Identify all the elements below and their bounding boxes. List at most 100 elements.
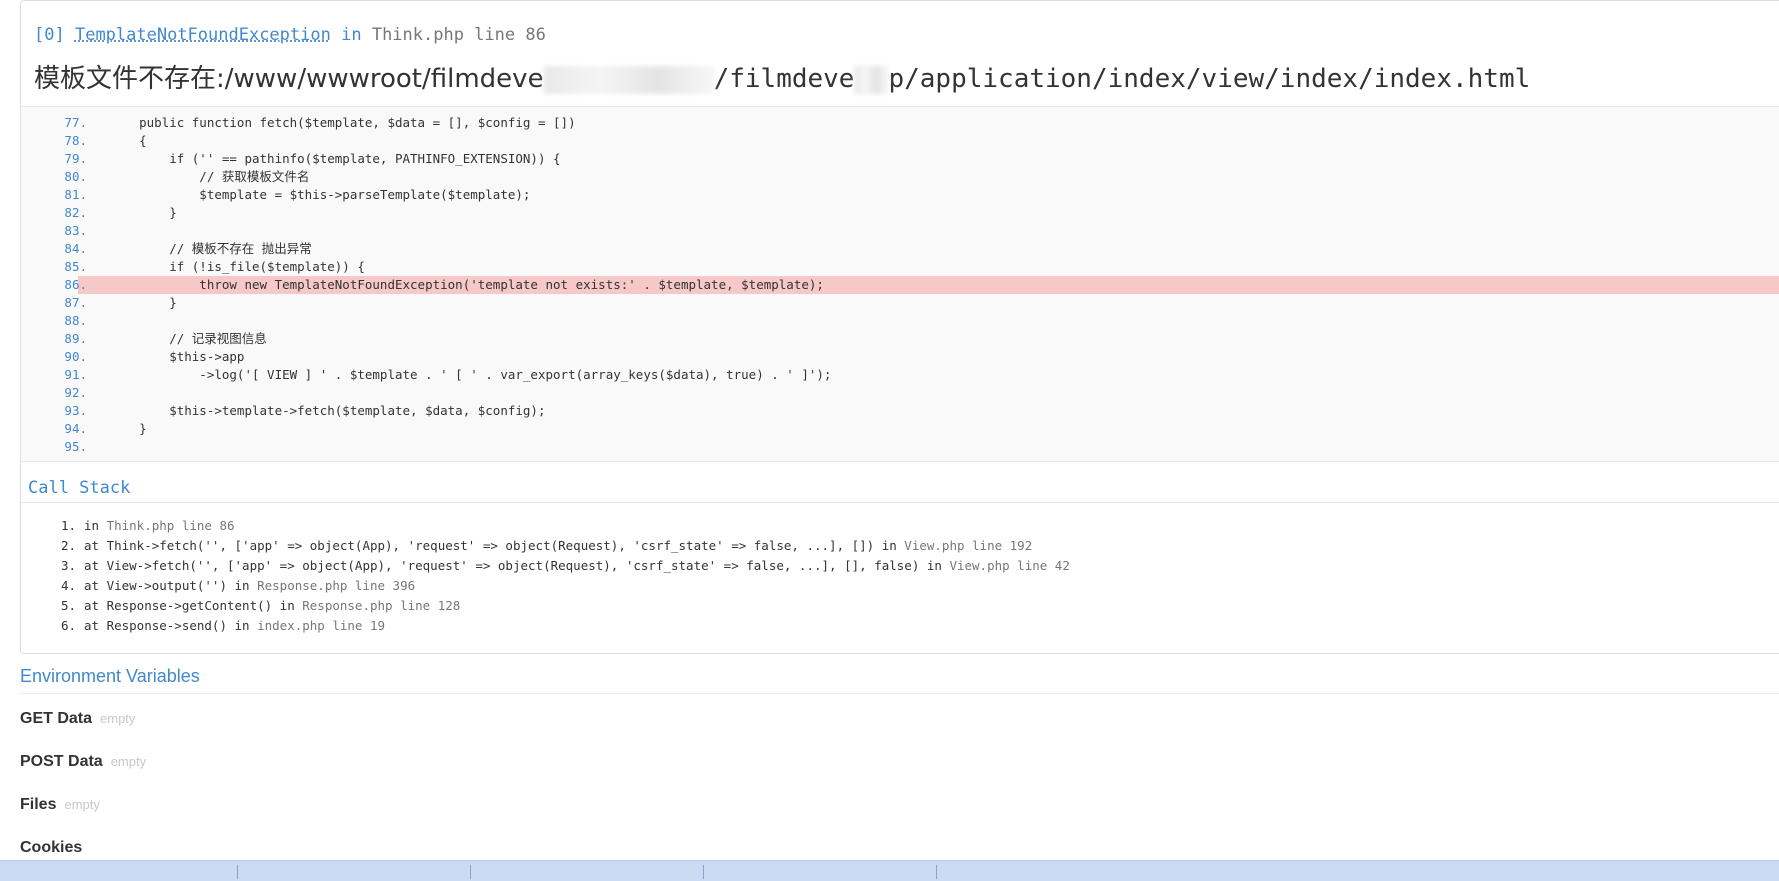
taskbar-separator [936,865,937,879]
code-line: 77. public function fetch($template, $da… [21,114,1779,132]
code-line: 83. [21,222,1779,240]
line-number: 84. [64,241,87,256]
call-stack-number: 2. [60,538,76,553]
env-section: Files empty [20,796,100,814]
code-line: 88. [21,312,1779,330]
taskbar-separator [703,865,704,879]
source-code-block: 77. public function fetch($template, $da… [21,106,1779,462]
line-number: 79. [64,151,87,166]
env-section-label: Files [20,796,57,813]
call-stack-file: index.php line 19 [257,618,386,633]
code-text: ->log('[ VIEW ] ' . $template . ' [ ' . … [109,367,832,382]
call-stack-title: Call Stack [28,478,131,498]
call-stack-list: 1. in Think.php line 86 2. at Think->fetch(… [52,516,1070,636]
code-line: 89. // 记录视图信息 [21,330,1779,348]
code-text: $template = $this->parseTemplate($templa… [109,187,531,202]
code-text: // 记录视图信息 [109,331,267,346]
code-text: } [109,205,177,220]
code-line: 90. $this->app [21,348,1779,366]
line-number: 85. [64,259,87,274]
call-stack-item: 1. in Think.php line 86 [52,516,1070,536]
code-line: 78. { [21,132,1779,150]
code-text: } [109,295,177,310]
code-line: 85. if (!is_file($template)) { [21,258,1779,276]
divider [20,693,1779,694]
exception-in-word: in [341,25,362,45]
taskbar-separator [237,865,238,879]
line-number: 90. [64,349,87,364]
exception-location: Think.php line 86 [371,25,546,45]
code-text: $this->template->fetch($template, $data,… [109,403,546,418]
call-stack-text: at View->fetch('', ['app' => object(App)… [84,558,950,573]
env-section-status: empty [110,754,147,769]
exception-panel: [0] TemplateNotFoundException in Think.p… [20,0,1779,654]
code-line: 94. } [21,420,1779,438]
call-stack-number: 4. [60,578,76,593]
code-line: 84. // 模板不存在 抛出异常 [21,240,1779,258]
exception-message: 模板文件不存在:/www/wwwroot/filmdeve/filmdeve p/… [34,58,1530,95]
exception-index: [0] [34,25,65,45]
code-line: 87. } [21,294,1779,312]
divider [21,502,1779,503]
redacted-blur [543,65,714,94]
line-number: 95. [64,439,87,454]
call-stack-number: 1. [60,518,76,533]
env-section-label: GET Data [20,710,93,727]
code-line: 91. ->log('[ VIEW ] ' . $template . ' [ … [21,366,1779,384]
taskbar [0,860,1779,881]
code-text: $this->app [109,349,245,364]
line-number: 82. [64,205,87,220]
call-stack-text: at Response->getContent() in [84,598,303,613]
env-section: POST Data empty [20,753,146,771]
code-text: { [109,133,147,148]
call-stack-file: Response.php line 396 [257,578,416,593]
line-number: 86. [64,277,87,292]
call-stack-file: Think.php line 86 [106,518,235,533]
env-section-status: empty [100,711,136,726]
code-line: 81. $template = $this->parseTemplate($te… [21,186,1779,204]
code-text: // 获取模板文件名 [109,169,310,184]
call-stack-item: 4. at View->output('') in Response.php li… [52,576,1070,596]
line-number: 89. [64,331,87,346]
call-stack-text: in [84,518,107,533]
line-number: 87. [64,295,87,310]
highlighted-code-line: 86. throw new TemplateNotFoundException(… [64,276,1779,294]
env-section: GET Data empty [20,710,135,728]
code-line: 80. // 获取模板文件名 [21,168,1779,186]
call-stack-file: View.php line 192 [904,538,1033,553]
line-number: 92. [64,385,87,400]
call-stack-text: at Response->send() in [84,618,258,633]
env-section: Cookies [20,839,90,857]
taskbar-separator [470,865,471,879]
line-number: 81. [64,187,87,202]
code-line: 79. if ('' == pathinfo($template, PATHIN… [21,150,1779,168]
call-stack-item: 6. at Response->send() in index.php line … [52,616,1070,636]
code-text: throw new TemplateNotFoundException('tem… [109,277,824,292]
redacted-blur [854,65,889,94]
call-stack-number: 5. [60,598,76,613]
env-section-status: empty [64,797,100,812]
message-part-2: /filmdeve [713,64,855,94]
call-stack-item: 3. at View->fetch('', ['app' => object(Ap… [52,556,1070,576]
message-part-1: 模板文件不存在:/www/wwwroot/filmdeve [34,64,544,94]
environment-variables-title: Environment Variables [20,666,200,686]
env-section-label: POST Data [20,753,103,770]
code-line: 95. [21,438,1779,456]
code-line: 93. $this->template->fetch($template, $d… [21,402,1779,420]
line-number: 77. [64,115,87,130]
code-text: if (!is_file($template)) { [109,259,365,274]
call-stack-item: 5. at Response->getContent() in Response.… [52,596,1070,616]
line-number: 80. [64,169,87,184]
call-stack-item: 2. at Think->fetch('', ['app' => object(A… [52,536,1070,556]
code-line: 82. } [21,204,1779,222]
call-stack-file: Response.php line 128 [302,598,461,613]
env-section-label: Cookies [20,839,83,856]
message-part-3: p/application/index/view/index/index.htm… [888,64,1531,94]
line-number: 93. [64,403,87,418]
call-stack-file: View.php line 42 [949,558,1070,573]
exception-class-link[interactable]: TemplateNotFoundException [75,25,331,45]
code-text: } [109,421,147,436]
call-stack-text: at View->output('') in [84,578,258,593]
line-number: 91. [64,367,87,382]
line-number: 88. [64,313,87,328]
